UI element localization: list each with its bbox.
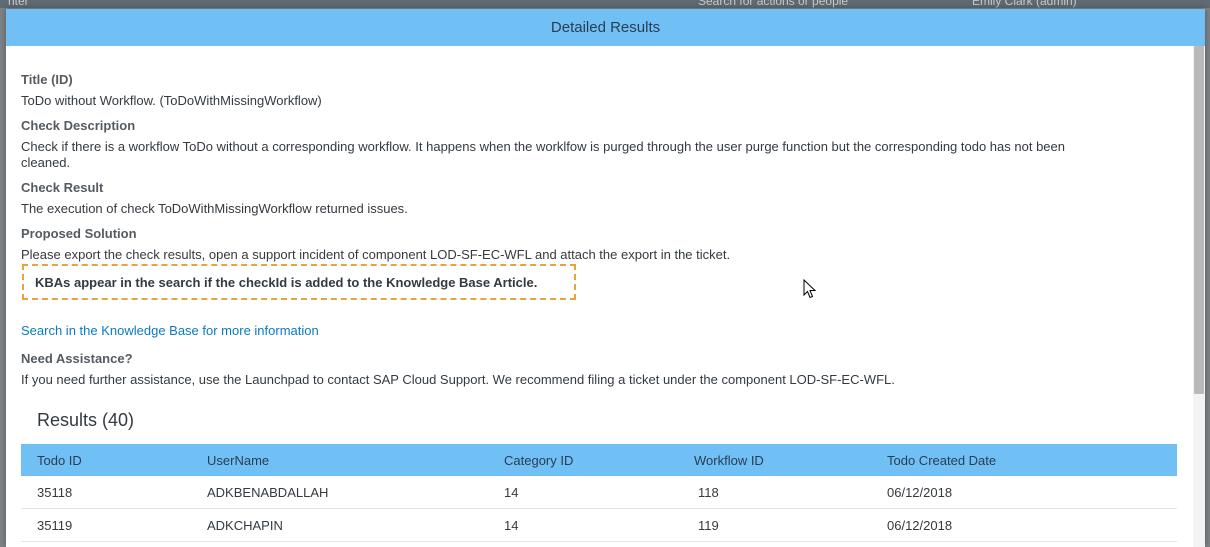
cell-todo-created-date: 06/12/2018: [887, 517, 953, 533]
detailed-results-dialog: Detailed Results Title (ID) ToDo without…: [6, 9, 1205, 547]
column-header-category-id[interactable]: Category ID: [504, 453, 573, 468]
cell-todo-created-date: 06/12/2018: [887, 484, 953, 500]
title-value: ToDo without Workflow. (ToDoWithMissingW…: [21, 93, 322, 108]
kba-notice: KBAs appear in the search if the checkId…: [22, 264, 576, 300]
vertical-scrollbar[interactable]: [1193, 46, 1205, 547]
dialog-header: Detailed Results: [6, 9, 1205, 46]
cell-username: ADKBENABDALLAH: [207, 484, 329, 500]
assistance-section: Need Assistance? If you need further ass…: [21, 351, 895, 388]
cell-todo-id: 35118: [37, 484, 73, 500]
results-table: Todo ID UserName Category ID Workflow ID…: [21, 444, 1177, 542]
background-left-fragment: nter: [8, 0, 29, 8]
check-result-section: Check Result The execution of check ToDo…: [21, 180, 408, 217]
background-user-menu: Emily Clark (admin): [972, 0, 1077, 8]
background-shell-bar: nter Search for actions or people Emily …: [0, 0, 1210, 8]
title-label: Title (ID): [21, 72, 73, 87]
cell-category-id: 14: [504, 517, 519, 533]
dialog-title: Detailed Results: [550, 19, 661, 36]
table-row[interactable]: 35119 ADKCHAPIN 14 119 06/12/2018: [21, 509, 1177, 542]
dialog-body: Title (ID) ToDo without Workflow. (ToDoW…: [6, 46, 1193, 547]
check-result-label: Check Result: [21, 180, 104, 195]
column-header-workflow-id[interactable]: Workflow ID: [694, 453, 764, 468]
check-description-line1: Check if there is a workflow ToDo withou…: [21, 139, 1065, 154]
assistance-value: If you need further assistance, use the …: [21, 372, 895, 387]
check-description-line2: cleaned.: [21, 155, 71, 170]
column-header-username[interactable]: UserName: [207, 453, 269, 468]
check-description-label: Check Description: [21, 118, 136, 133]
background-search-input: Search for actions or people: [698, 0, 849, 8]
cell-todo-id: 35119: [37, 517, 73, 533]
column-header-todo-id[interactable]: Todo ID: [37, 453, 82, 468]
table-row[interactable]: 35118 ADKBENABDALLAH 14 118 06/12/2018: [21, 476, 1177, 509]
proposed-solution-value: Please export the check results, open a …: [21, 247, 731, 262]
title-section: Title (ID) ToDo without Workflow. (ToDoW…: [21, 72, 322, 109]
cell-workflow-id: 118: [698, 484, 719, 500]
mouse-pointer-icon: [803, 279, 817, 299]
cell-username: ADKCHAPIN: [207, 517, 283, 533]
knowledge-base-search-link[interactable]: Search in the Knowledge Base for more in…: [21, 323, 319, 338]
cell-category-id: 14: [504, 484, 519, 500]
assistance-label: Need Assistance?: [21, 351, 133, 366]
proposed-solution-label: Proposed Solution: [21, 226, 137, 241]
column-header-todo-created-date[interactable]: Todo Created Date: [887, 453, 996, 468]
check-description-section: Check Description Check if there is a wo…: [21, 118, 1171, 171]
results-title: Results (40): [37, 410, 135, 430]
cell-workflow-id: 119: [698, 517, 719, 533]
table-header-row: Todo ID UserName Category ID Workflow ID…: [21, 444, 1177, 476]
kba-notice-text: KBAs appear in the search if the checkId…: [35, 274, 538, 290]
scrollbar-thumb[interactable]: [1194, 46, 1204, 394]
proposed-solution-section: Proposed Solution Please export the chec…: [21, 226, 730, 263]
check-result-value: The execution of check ToDoWithMissingWo…: [21, 201, 408, 216]
